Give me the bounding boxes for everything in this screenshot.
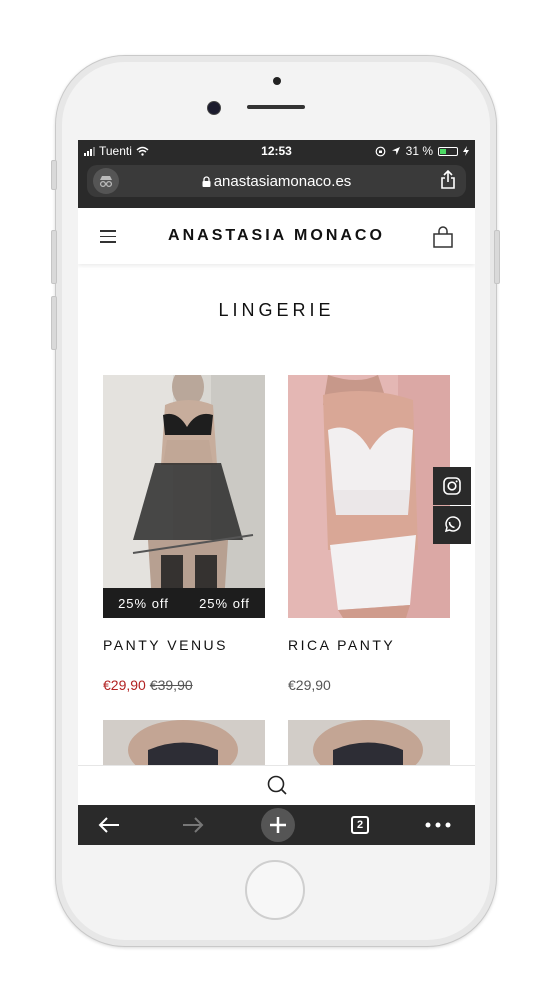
- power-button: [494, 230, 500, 284]
- next-product-row: [78, 720, 475, 765]
- instagram-button[interactable]: [433, 467, 471, 505]
- browser-search-bar[interactable]: [78, 765, 475, 806]
- location-icon: [391, 147, 400, 155]
- mute-switch: [51, 160, 57, 190]
- discount-badge: 25% off 25% off: [103, 588, 265, 618]
- site-logo[interactable]: ANASTASIA MONACO: [78, 227, 475, 245]
- battery-percent: 31 %: [405, 144, 433, 158]
- search-icon[interactable]: [266, 774, 288, 796]
- whatsapp-button[interactable]: [433, 506, 471, 544]
- orientation-lock-icon: [375, 146, 386, 156]
- sale-price: €29,90: [103, 677, 146, 693]
- url-text: anastasiamonaco.es: [213, 173, 352, 190]
- volume-down-button: [51, 296, 57, 350]
- browser-toolbar: 2: [78, 805, 475, 845]
- more-dots-icon: [425, 822, 451, 828]
- instagram-icon: [443, 477, 461, 495]
- new-tab-button[interactable]: [261, 808, 295, 842]
- page-title: LINGERIE: [218, 300, 335, 320]
- battery-icon: [438, 146, 458, 156]
- more-button[interactable]: [423, 810, 453, 840]
- arrow-left-icon: [98, 817, 119, 833]
- product-name[interactable]: PANTY VENUS: [103, 637, 228, 653]
- product-price: €29,90: [288, 677, 331, 693]
- product-image[interactable]: [288, 375, 450, 618]
- charging-icon: [463, 146, 469, 156]
- product-image[interactable]: [103, 720, 265, 765]
- original-price: €39,90: [149, 677, 193, 693]
- volume-up-button: [51, 230, 57, 284]
- sensor-dot: [273, 77, 281, 85]
- earpiece-speaker: [247, 105, 305, 109]
- tabs-button[interactable]: 2: [345, 810, 375, 840]
- plus-icon: [270, 817, 286, 833]
- home-button[interactable]: [245, 860, 305, 920]
- status-bar: Tuenti 12:53 31 %: [78, 140, 475, 162]
- product-image[interactable]: 25% off 25% off: [103, 375, 265, 618]
- front-camera: [207, 101, 221, 115]
- product-price: €29,90 €39,90: [103, 677, 193, 693]
- share-icon[interactable]: [440, 169, 456, 194]
- arrow-right-icon: [183, 817, 204, 833]
- product-name[interactable]: RICA PANTY: [288, 637, 395, 653]
- back-button[interactable]: [94, 810, 124, 840]
- discount-label: 25% off: [118, 595, 169, 611]
- browser-address-bar: anastasiamonaco.es: [78, 162, 475, 208]
- url-field[interactable]: anastasiamonaco.es: [87, 165, 466, 197]
- forward-button[interactable]: [178, 810, 208, 840]
- product-image[interactable]: [288, 720, 450, 765]
- discount-label: 25% off: [199, 595, 250, 611]
- site-header: ANASTASIA MONACO: [78, 208, 475, 264]
- shopping-bag-icon[interactable]: [433, 226, 453, 253]
- tab-count: 2: [351, 816, 369, 834]
- whatsapp-icon: [444, 516, 461, 533]
- lock-icon: [202, 176, 211, 187]
- screen: Tuenti 12:53 31 % anastasiamonaco.es ANA…: [78, 140, 475, 845]
